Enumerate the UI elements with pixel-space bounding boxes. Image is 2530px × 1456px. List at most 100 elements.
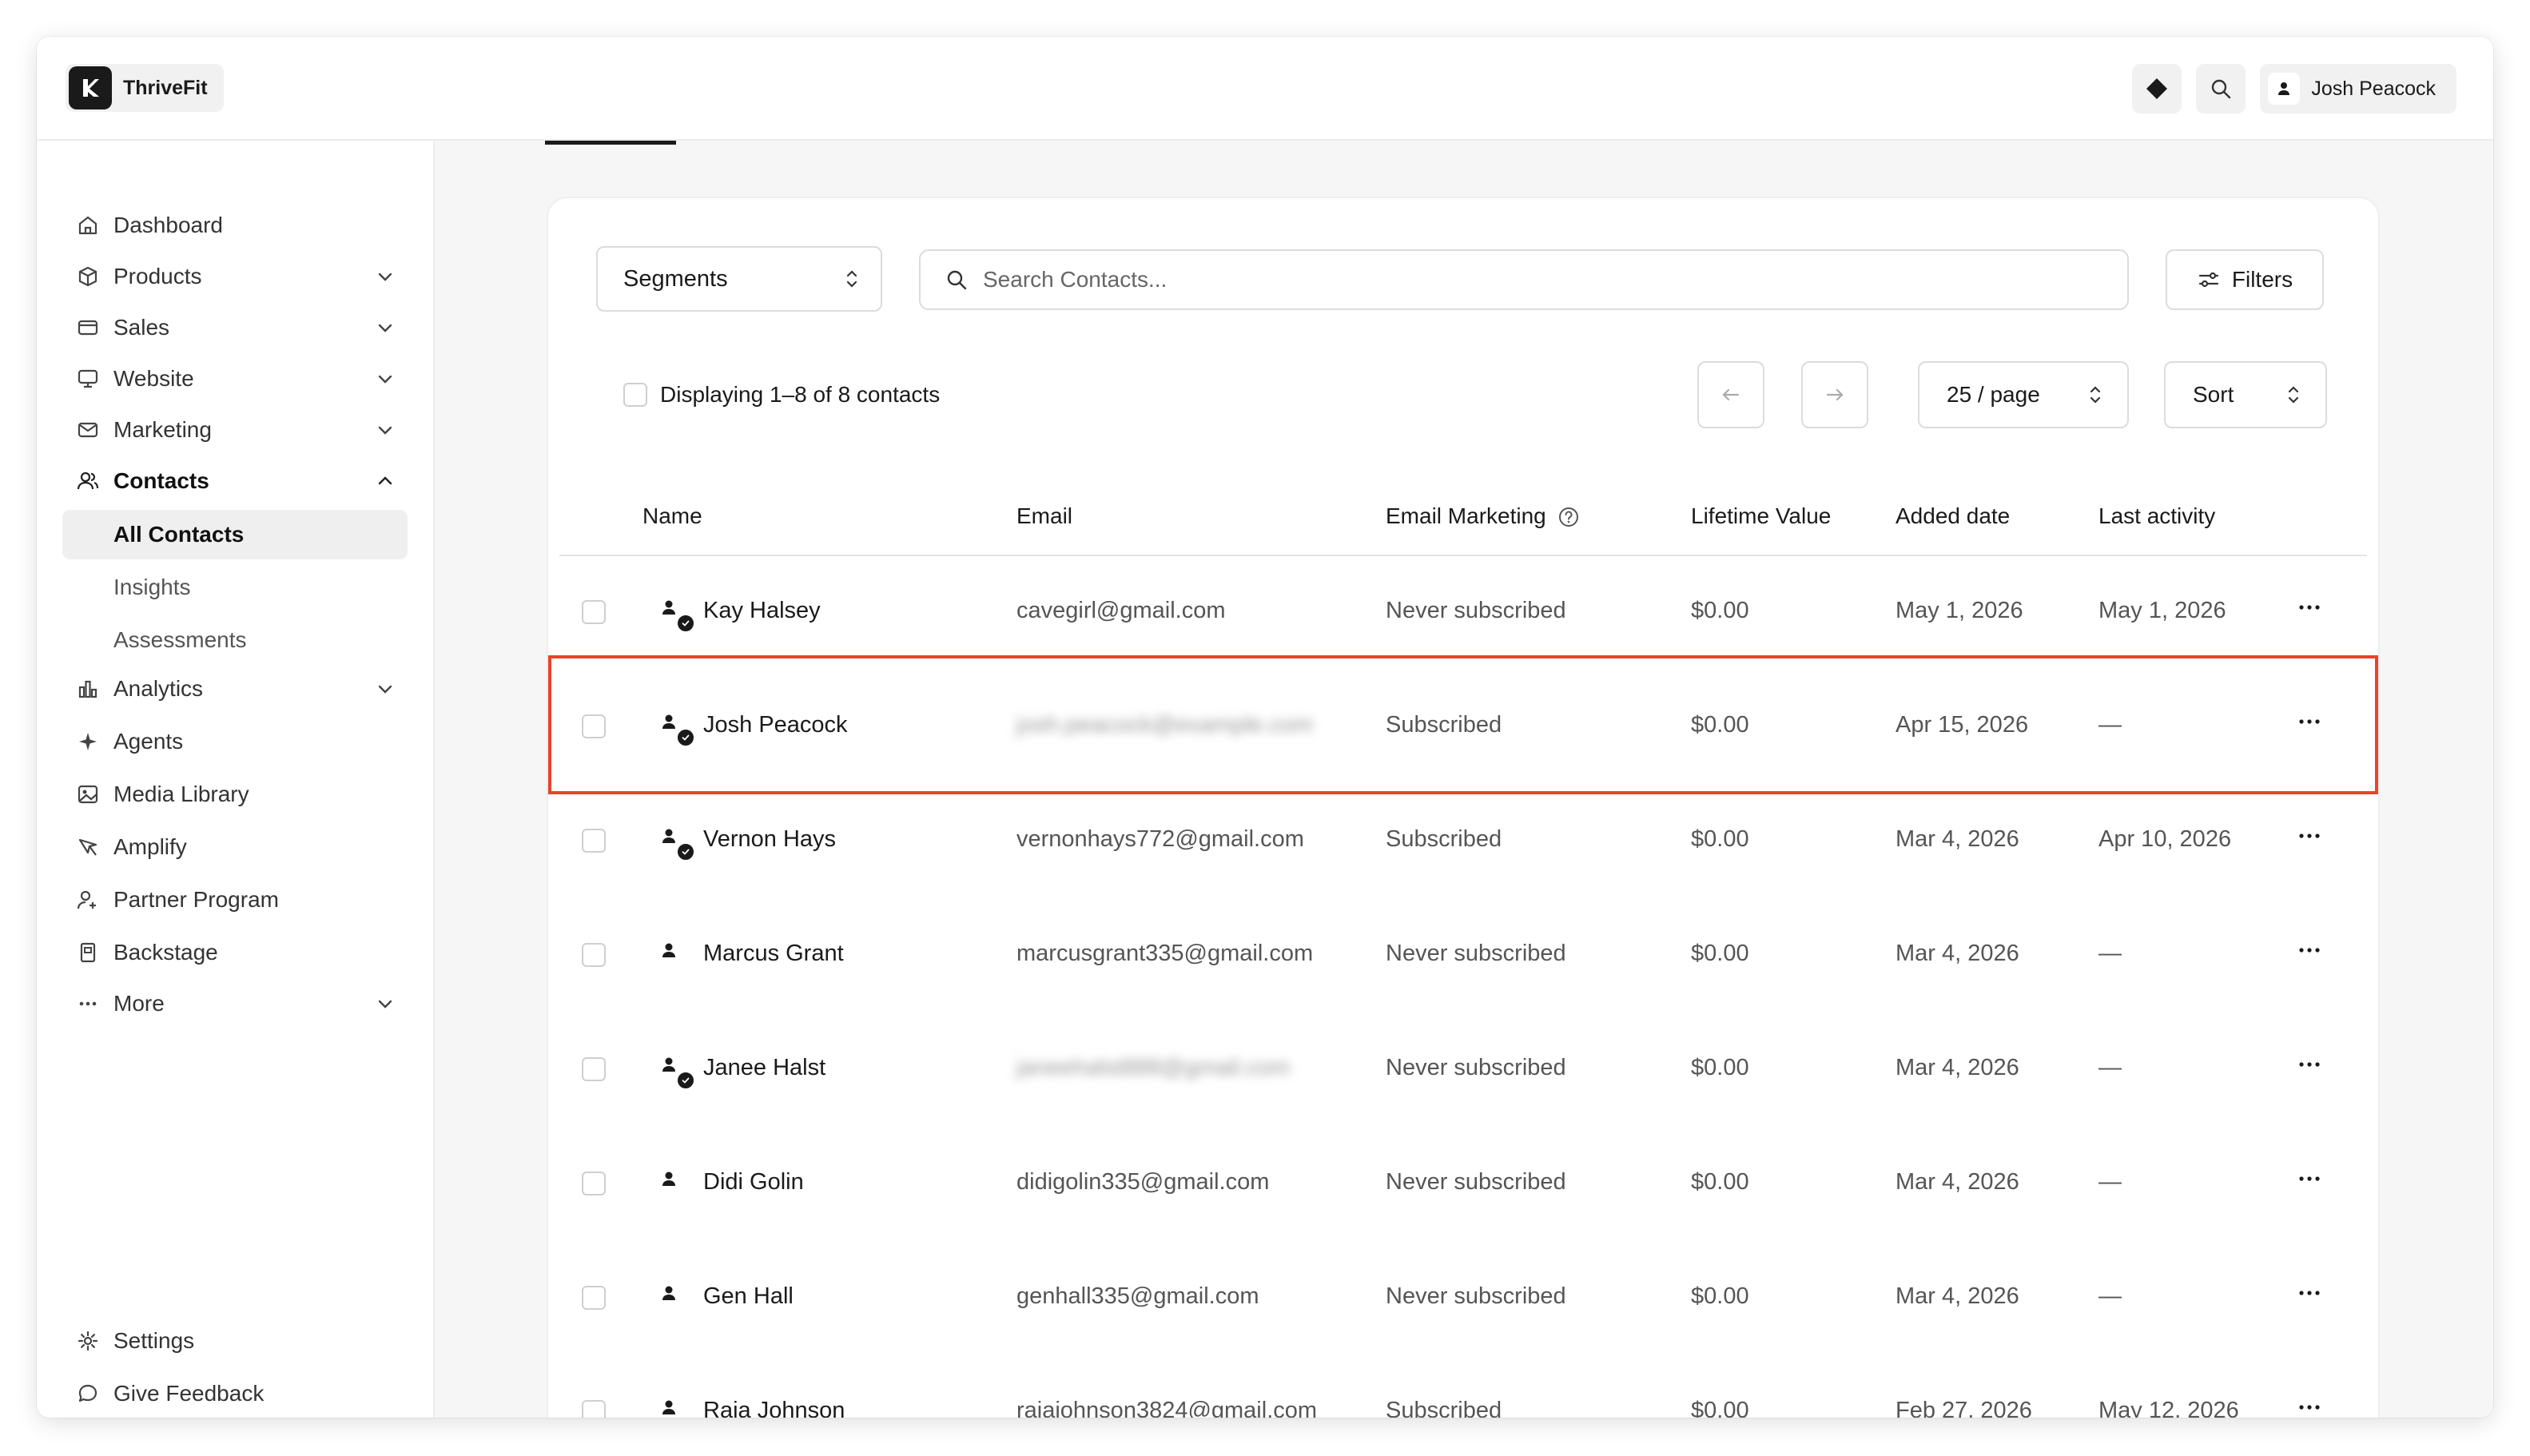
sidebar-item-more[interactable]: More — [62, 980, 408, 1028]
contact-avatar-icon — [660, 598, 695, 633]
table-row[interactable]: Raja Johnson rajajohnson3824@gmail.com Sub… — [559, 1355, 2367, 1418]
row-checkbox[interactable] — [582, 1057, 606, 1081]
sidebar-item-contacts[interactable]: Contacts — [62, 457, 408, 505]
sidebar-item-settings[interactable]: Settings — [62, 1317, 408, 1365]
contact-name[interactable]: Didi Golin — [703, 1169, 804, 1195]
table-row[interactable]: Janee Halst janeehalst888@gmail.com Never … — [559, 1012, 2367, 1126]
row-actions-button[interactable] — [2297, 1285, 2322, 1305]
sidebar-subitem-assessments[interactable]: Assessments — [62, 615, 408, 665]
table-row[interactable]: Kay Halsey cavegirl@gmail.com Never subscr… — [559, 555, 2367, 669]
contact-email: didigolin335@gmail.com — [1016, 1169, 1270, 1195]
sidebar-item-amplify[interactable]: Amplify — [62, 823, 408, 871]
user-avatar-icon — [2268, 73, 2301, 105]
column-header-lifetime-value[interactable]: Lifetime Value — [1691, 503, 1831, 529]
filters-button[interactable]: Filters — [2166, 249, 2324, 310]
row-checkbox[interactable] — [582, 714, 606, 738]
sidebar-item-products[interactable]: Products — [62, 253, 408, 300]
per-page-select[interactable]: 25 / page — [1918, 361, 2129, 428]
contact-avatar-icon — [660, 1283, 692, 1315]
segments-select[interactable]: Segments — [596, 246, 882, 312]
last-activity: Apr 10, 2026 — [2098, 826, 2232, 852]
email-marketing-status: Subscribed — [1386, 1398, 1502, 1418]
column-header-email[interactable]: Email — [1016, 503, 1072, 529]
contact-name[interactable]: Josh Peacock — [703, 712, 848, 738]
lifetime-value: $0.00 — [1691, 712, 1749, 738]
contact-email: cavegirl@gmail.com — [1016, 598, 1226, 623]
next-page-button[interactable] — [1801, 361, 1868, 428]
help-circle-icon[interactable] — [1557, 506, 1580, 528]
row-checkbox[interactable] — [582, 943, 606, 967]
row-checkbox[interactable] — [582, 1286, 606, 1310]
user-menu-button[interactable]: Josh Peacock — [2260, 64, 2456, 113]
contact-avatar-icon — [660, 826, 695, 861]
global-search-button[interactable] — [2196, 64, 2246, 113]
column-header-email-marketing[interactable]: Email Marketing — [1386, 503, 1580, 529]
workspace-switcher[interactable]: ThriveFit — [66, 64, 224, 112]
search-contacts-field[interactable] — [919, 249, 2129, 310]
contact-name[interactable]: Vernon Hays — [703, 826, 836, 853]
lifetime-value: $0.00 — [1691, 1283, 1749, 1309]
table-row[interactable]: Josh Peacock josh.peacock@example.com Subs… — [559, 669, 2367, 783]
sidebar-item-website[interactable]: Website — [62, 355, 408, 403]
previous-page-button[interactable] — [1697, 361, 1764, 428]
sidebar-item-backstage[interactable]: Backstage — [62, 929, 408, 977]
row-actions-button[interactable] — [2297, 828, 2322, 848]
row-checkbox[interactable] — [582, 829, 606, 853]
search-input[interactable] — [981, 266, 2127, 293]
lifetime-value: $0.00 — [1691, 598, 1749, 623]
table-row[interactable]: Didi Golin didigolin335@gmail.com Never su… — [559, 1126, 2367, 1240]
select-all-checkbox[interactable] — [623, 383, 647, 407]
email-marketing-status: Subscribed — [1386, 712, 1502, 738]
sidebar-item-partner-program[interactable]: Partner Program — [62, 876, 408, 924]
contact-name[interactable]: Gen Hall — [703, 1283, 794, 1310]
row-actions-button[interactable] — [2297, 599, 2322, 619]
sidebar-item-dashboard[interactable]: Dashboard — [62, 201, 408, 249]
row-actions-button[interactable] — [2297, 1056, 2322, 1076]
ellipsis-icon — [2299, 1291, 2320, 1295]
table-row[interactable]: Gen Hall genhall335@gmail.com Never subscr… — [559, 1240, 2367, 1355]
sidebar-item-analytics[interactable]: Analytics — [62, 665, 408, 713]
row-actions-button[interactable] — [2297, 1171, 2322, 1191]
row-checkbox[interactable] — [582, 1172, 606, 1195]
chevron-down-icon — [378, 1000, 392, 1008]
row-actions-button[interactable] — [2297, 942, 2322, 962]
verified-check-icon — [676, 728, 695, 747]
monitor-icon — [74, 364, 102, 393]
contact-name[interactable]: Raja Johnson — [703, 1398, 845, 1418]
row-checkbox[interactable] — [582, 600, 606, 624]
email-marketing-status: Never subscribed — [1386, 941, 1566, 966]
table-row[interactable]: Vernon Hays vernonhays772@gmail.com Subscr… — [559, 783, 2367, 897]
ellipsis-icon — [2299, 948, 2320, 953]
ellipsis-icon — [2299, 1405, 2320, 1410]
contact-name[interactable]: Janee Halst — [703, 1055, 825, 1081]
row-actions-button[interactable] — [2297, 1399, 2322, 1418]
column-header-added-date[interactable]: Added date — [1896, 503, 2010, 529]
lifetime-value: $0.00 — [1691, 1169, 1749, 1195]
sidebar-item-agents[interactable]: Agents — [62, 718, 408, 766]
row-actions-button[interactable] — [2297, 714, 2322, 734]
row-checkbox[interactable] — [582, 1400, 606, 1418]
sidebar-item-sales[interactable]: Sales — [62, 304, 408, 352]
sidebar-item-give-feedback[interactable]: Give Feedback — [62, 1370, 408, 1418]
contact-name[interactable]: Marcus Grant — [703, 941, 844, 967]
sidebar-subitem-all-contacts[interactable]: All Contacts — [62, 510, 408, 559]
chevron-up-down-icon — [2090, 386, 2101, 404]
upgrade-diamond-button[interactable] — [2132, 64, 2182, 113]
brand-name: ThriveFit — [123, 76, 208, 99]
verified-check-icon — [676, 842, 695, 861]
contact-avatar-icon — [660, 1169, 692, 1201]
sort-select[interactable]: Sort — [2164, 361, 2327, 428]
sidebar-item-label: Marketing — [113, 417, 212, 442]
sidebar-subitem-insights[interactable]: Insights — [62, 563, 408, 612]
column-header-last-activity[interactable]: Last activity — [2098, 503, 2215, 529]
contact-email: marcusgrant335@gmail.com — [1016, 941, 1314, 966]
table-header: Name Email Email Marketing Lifetime Valu… — [559, 478, 2367, 556]
credit-card-icon — [74, 313, 102, 342]
sidebar-item-marketing[interactable]: Marketing — [62, 406, 408, 454]
users-icon — [74, 467, 102, 495]
contact-name[interactable]: Kay Halsey — [703, 598, 821, 624]
chevron-down-icon — [378, 273, 392, 281]
table-row[interactable]: Marcus Grant marcusgrant335@gmail.com Neve… — [559, 897, 2367, 1012]
sidebar-item-media-library[interactable]: Media Library — [62, 770, 408, 818]
column-header-name[interactable]: Name — [642, 503, 702, 529]
